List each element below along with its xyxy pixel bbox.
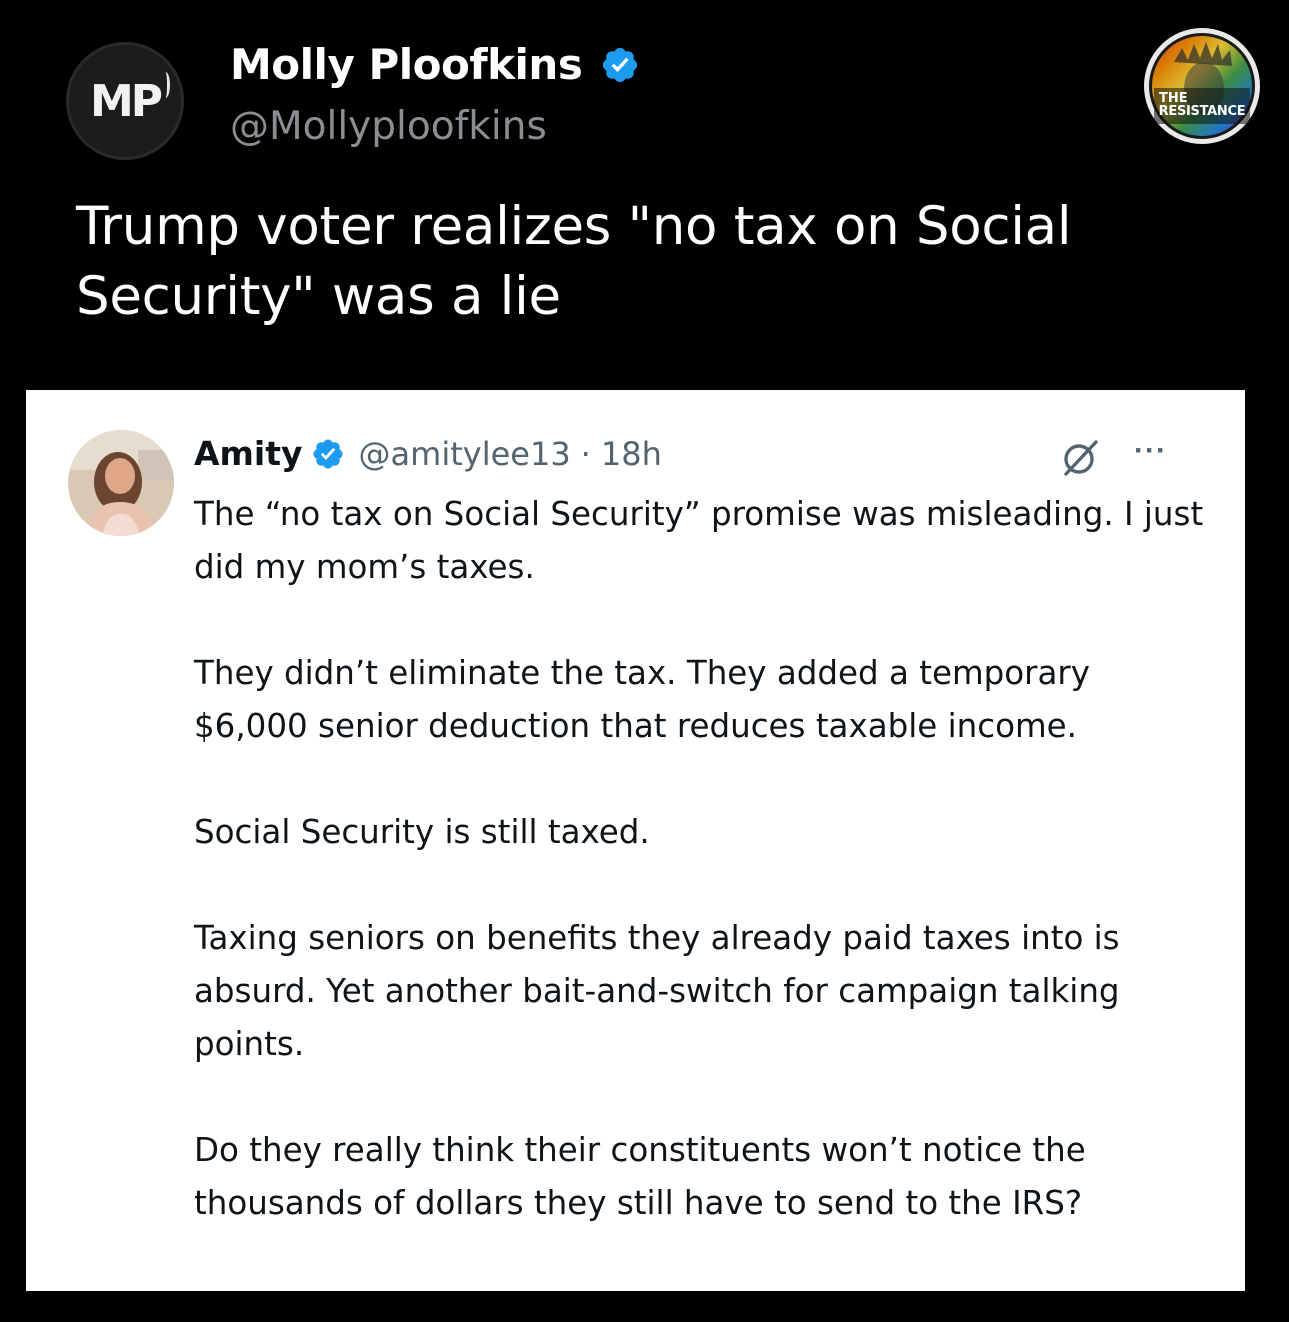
quoted-author-name[interactable]: Amity	[194, 434, 303, 473]
author-avatar-initials: MP	[89, 75, 163, 127]
post-text: Trump voter realizes "no tax on Social S…	[76, 196, 1072, 327]
badge-line-2: RESISTANCE	[1158, 104, 1246, 119]
quoted-post-header: Amity @amitylee13 · 18h	[194, 434, 662, 473]
quoted-post-paragraph: They didn’t eliminate the tax. They adde…	[194, 654, 1091, 745]
author-name-row[interactable]: Molly Ploofkins	[230, 40, 640, 89]
profile-photo-icon	[68, 430, 174, 536]
author-name[interactable]: Molly Ploofkins	[230, 40, 583, 89]
verified-badge-icon	[603, 47, 638, 82]
post-timestamp[interactable]: 18h	[601, 435, 662, 473]
avatar-mark-decoration	[161, 72, 170, 98]
resistance-badge-text: THE RESISTANCE	[1142, 92, 1262, 118]
more-options-icon[interactable]: ···	[1134, 436, 1180, 476]
the-resistance-logo: THE RESISTANCE	[1142, 26, 1262, 146]
author-avatar[interactable]: MP	[66, 42, 184, 160]
statue-of-liberty-icon	[1144, 28, 1260, 144]
quoted-post-paragraph: Taxing seniors on benefits they already …	[194, 919, 1120, 1063]
grok-icon[interactable]	[1060, 436, 1102, 478]
quoted-post-card[interactable]: Amity @amitylee13 · 18h ··· The “no tax …	[26, 390, 1245, 1291]
quoted-post-body: The “no tax on Social Security” promise …	[194, 488, 1204, 1230]
quoted-post-paragraph: Do they really think their constituents …	[194, 1131, 1086, 1222]
quoted-post-paragraph: The “no tax on Social Security” promise …	[194, 495, 1204, 586]
quoted-author-avatar[interactable]	[68, 430, 174, 536]
quoted-author-handle[interactable]: @amitylee13	[359, 435, 571, 473]
author-handle[interactable]: @Mollyploofkins	[230, 104, 547, 149]
verified-badge-icon	[313, 438, 343, 469]
quoted-post-paragraph: Social Security is still taxed.	[194, 813, 650, 851]
header-separator: ·	[580, 434, 591, 473]
